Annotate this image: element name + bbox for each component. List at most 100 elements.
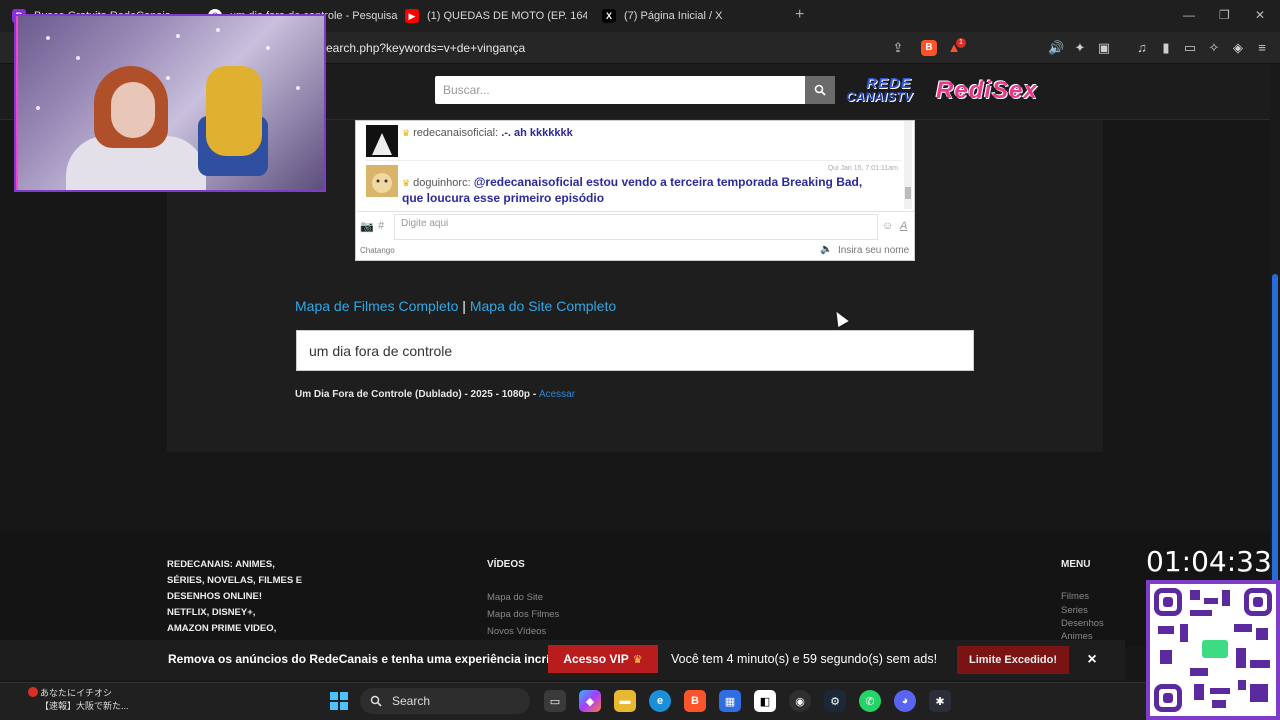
copilot-icon[interactable]: ◆ xyxy=(579,690,601,712)
crown-icon: ♛ xyxy=(402,178,411,188)
footer-about: REDECANAIS: ANIMES, SÉRIES, NOVELAS, FIL… xyxy=(167,557,317,637)
footer-link-cartoons[interactable]: Desenhos xyxy=(1061,618,1104,629)
stream-timer: 01:04:33 xyxy=(1146,545,1272,578)
search-result: Um Dia Fora de Controle (Dublado) - 2025… xyxy=(295,389,575,400)
chat-message-text: .-. ah kkkkkkk xyxy=(501,127,573,139)
leo-ai-icon[interactable]: ✧ xyxy=(1206,40,1222,56)
windows-start-button[interactable] xyxy=(330,692,348,710)
chat-message: Qui Jan 15, 7:01:11am ♛ doguinhorc: @red… xyxy=(366,165,902,209)
ad-bar-text: Remova os anúncios do RedeCanais e tenha… xyxy=(168,652,571,666)
tab-x[interactable]: X (7) Página Inicial / X xyxy=(602,4,787,28)
obs-icon[interactable]: ◉ xyxy=(789,690,811,712)
chat-username[interactable]: doguinhorc: xyxy=(413,177,471,189)
chat-input-row: 📷 # Digite aqui ☺ A xyxy=(356,211,914,241)
footer-about-line: AMAZON PRIME VIDEO, xyxy=(167,623,277,634)
crown-icon: ♛ xyxy=(632,653,643,666)
site-logo[interactable]: REDE CANAISTV RediSex xyxy=(846,75,1037,107)
screenshot-icon[interactable]: ▣ xyxy=(1096,40,1112,56)
camera-icon[interactable]: 📷 xyxy=(360,220,374,233)
footer-about-line: SÉRIES, NOVELAS, FILMES E xyxy=(167,575,303,586)
capcut-icon[interactable]: ◧ xyxy=(754,690,776,712)
site-search-input[interactable]: Buscar... xyxy=(435,76,805,104)
avatar xyxy=(366,165,398,197)
close-window-icon[interactable]: ✕ xyxy=(1255,8,1265,22)
result-text: Um Dia Fora de Controle (Dublado) - 2025… xyxy=(295,389,539,400)
emoji-icon[interactable]: ☺ xyxy=(882,220,893,232)
footer-about-line: REDECANAIS: ANIMES, xyxy=(167,559,275,570)
chat-timestamp: Qui Jan 15, 7:01:11am xyxy=(827,165,898,172)
youtube-favicon-icon: ▶ xyxy=(405,9,419,23)
whatsapp-icon[interactable]: ✆ xyxy=(859,690,881,712)
steam-icon[interactable]: ⚙ xyxy=(824,690,846,712)
footer-link-film-map[interactable]: Mapa dos Filmes xyxy=(487,609,559,620)
windows-taskbar xyxy=(0,682,1150,720)
footer-menu-heading: MENU xyxy=(1061,559,1091,570)
chatango-widget: ♛ redecanaisoficial: .-. ah kkkkkkk Qui … xyxy=(355,120,915,261)
result-access-link[interactable]: Acessar xyxy=(539,389,575,400)
tab-youtube[interactable]: ▶ (1) QUEDAS DE MOTO (EP. 164) - You xyxy=(405,4,587,28)
chat-message-text: @redecanaisoficial estou vendo a terceir… xyxy=(402,175,863,205)
vip-label: Acesso VIP xyxy=(563,652,629,666)
map-separator: | xyxy=(462,298,466,314)
menu-icon[interactable]: ≡ xyxy=(1254,40,1270,56)
hashtag-icon[interactable]: # xyxy=(378,220,384,232)
chat-message: ♛ redecanaisoficial: .-. ah kkkkkkk xyxy=(366,125,902,161)
new-tab-button[interactable]: + xyxy=(795,6,804,24)
name-prompt[interactable]: Insira seu nome xyxy=(838,245,909,256)
app-icon[interactable]: ✱ xyxy=(929,690,951,712)
address-bar[interactable]: earch.php?keywords=v+de+vingança xyxy=(326,41,525,55)
discord-icon[interactable]: ◕ xyxy=(894,690,916,712)
avatar xyxy=(366,125,398,157)
footer-link-films[interactable]: Filmes xyxy=(1061,591,1089,602)
search-icon xyxy=(370,695,382,707)
wallet-icon[interactable]: ▭ xyxy=(1182,40,1198,56)
font-style-icon[interactable]: A xyxy=(900,220,907,232)
notification-badge: 1 xyxy=(956,38,966,48)
tab-title: (7) Página Inicial / X xyxy=(624,10,723,22)
chat-scrollbar[interactable] xyxy=(904,121,912,209)
vpn-icon[interactable]: ◈ xyxy=(1230,40,1246,56)
chat-footer: Chatango 🔈 Insira seu nome xyxy=(356,242,914,260)
music-icon[interactable]: ♫ xyxy=(1134,40,1150,56)
store-icon[interactable]: ▦ xyxy=(719,690,741,712)
news-badge xyxy=(28,687,38,697)
taskbar-search-label: Search xyxy=(392,694,431,708)
qr-code xyxy=(1146,580,1280,720)
file-explorer-icon[interactable]: ▬ xyxy=(614,690,636,712)
sidebar-icon[interactable]: ▮ xyxy=(1158,40,1174,56)
speaker-icon[interactable]: 🔈 xyxy=(820,244,832,255)
footer-link-new-videos[interactable]: Novos Vídeos xyxy=(487,626,546,637)
task-view-icon[interactable]: ▭ xyxy=(544,690,566,712)
site-map-link[interactable]: Mapa do Site Completo xyxy=(470,298,616,314)
chat-username[interactable]: redecanaisoficial: xyxy=(413,127,498,139)
extensions-icon[interactable]: ✦ xyxy=(1072,40,1088,56)
footer-link-site-map[interactable]: Mapa do Site xyxy=(487,592,543,603)
restore-icon[interactable]: ❐ xyxy=(1219,8,1230,22)
close-ad-bar-icon[interactable]: × xyxy=(1084,651,1100,669)
taskbar-search[interactable]: Search xyxy=(360,688,530,714)
search-icon xyxy=(814,84,826,96)
minimize-icon[interactable]: — xyxy=(1183,8,1195,22)
footer-videos-heading: VÍDEOS xyxy=(487,559,525,570)
speech-icon[interactable]: 🔊 xyxy=(1048,40,1064,56)
search-button[interactable] xyxy=(805,76,835,104)
limit-exceeded-button[interactable]: Limite Excedido! xyxy=(957,646,1069,674)
footer-link-series[interactable]: Series xyxy=(1061,605,1088,616)
chat-input[interactable]: Digite aqui xyxy=(394,214,878,240)
webcam-overlay xyxy=(14,14,326,192)
film-map-link[interactable]: Mapa de Filmes Completo xyxy=(295,298,458,314)
map-links: Mapa de Filmes Completo | Mapa do Site C… xyxy=(295,298,616,314)
movie-search-input[interactable]: um dia fora de controle xyxy=(296,330,974,371)
vip-access-button[interactable]: Acesso VIP ♛ xyxy=(548,645,658,673)
news-line: 【速報】大阪で新た... xyxy=(40,701,129,711)
logo-redisex: RediSex xyxy=(936,77,1038,104)
footer-about-line: DESENHOS ONLINE! xyxy=(167,591,263,602)
brave-icon[interactable]: B xyxy=(684,690,706,712)
edge-icon[interactable]: e xyxy=(649,690,671,712)
share-icon[interactable]: ⇪ xyxy=(890,40,906,56)
crown-icon: ♛ xyxy=(402,128,411,138)
footer-about-line: NETFLIX, DISNEY+, xyxy=(167,607,256,618)
chatango-brand[interactable]: Chatango xyxy=(360,246,395,255)
taskbar-news-widget[interactable]: あなたにイチオシ 【速報】大阪で新た... xyxy=(16,687,129,713)
brave-shield-icon[interactable]: B xyxy=(921,40,937,56)
